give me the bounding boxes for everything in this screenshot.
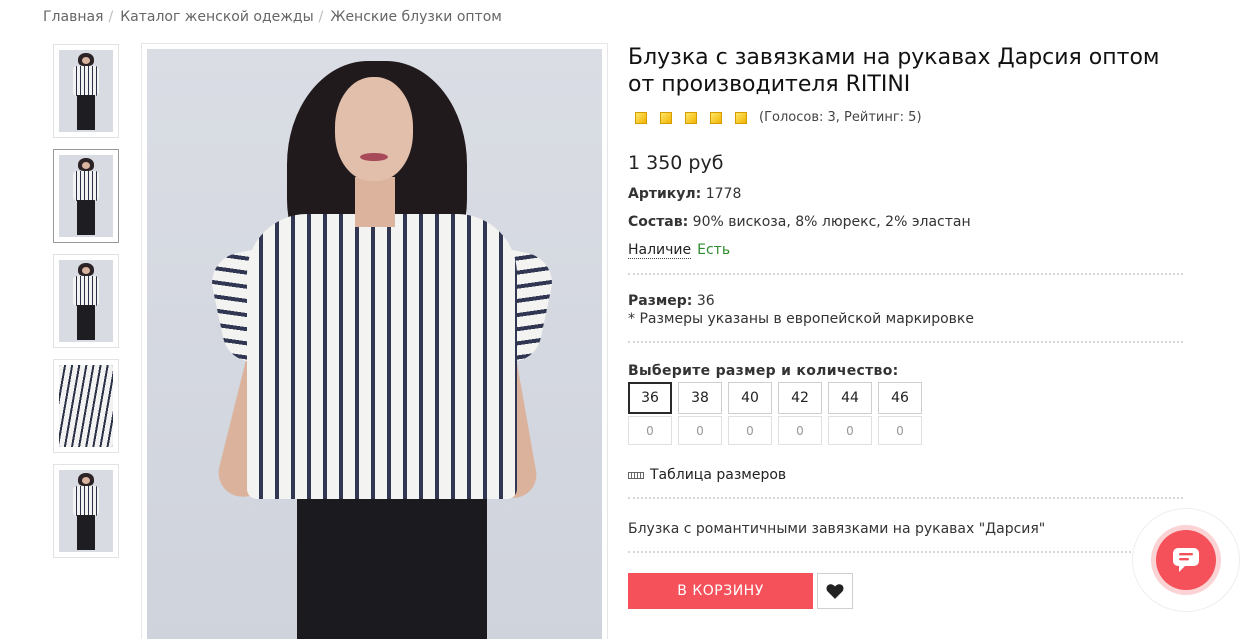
divider xyxy=(628,341,1183,343)
size-button[interactable]: 40 xyxy=(728,382,772,414)
rating: (Голосов: 3, Рейтинг: 5) xyxy=(635,110,1188,125)
thumbnail-image xyxy=(59,50,113,132)
product-description: Блузка с романтичными завязками на рукав… xyxy=(628,521,1046,537)
quantity-input[interactable]: 0 xyxy=(828,416,872,445)
article-row: Артикул: 1778 xyxy=(628,186,1188,202)
divider xyxy=(628,551,1183,553)
composition-row: Состав: 90% вискоза, 8% люрекс, 2% эласт… xyxy=(628,214,1188,230)
availability-label[interactable]: Наличие xyxy=(628,242,692,259)
quantity-input[interactable]: 0 xyxy=(778,416,822,445)
quantity-input[interactable]: 0 xyxy=(878,416,922,445)
size-table-link[interactable]: Таблица размеров xyxy=(628,467,1188,483)
size-option: 40 0 xyxy=(728,382,772,445)
rating-text: (Голосов: 3, Рейтинг: 5) xyxy=(759,110,922,125)
size-option: 38 0 xyxy=(678,382,722,445)
heart-icon xyxy=(826,584,844,599)
quantity-input[interactable]: 0 xyxy=(628,416,672,445)
size-button[interactable]: 46 xyxy=(878,382,922,414)
add-to-cart-button[interactable]: В КОРЗИНУ xyxy=(628,573,813,609)
breadcrumb-separator: / xyxy=(108,9,114,25)
star-icon[interactable] xyxy=(660,111,672,124)
thumbnail-image xyxy=(59,155,113,237)
quantity-input[interactable]: 0 xyxy=(728,416,772,445)
breadcrumb-blouses[interactable]: Женские блузки оптом xyxy=(330,9,501,25)
thumbnail-2[interactable] xyxy=(53,149,119,243)
star-icon[interactable] xyxy=(710,111,722,124)
size-button[interactable]: 38 xyxy=(678,382,722,414)
product-title: Блузка с завязками на рукавах Дарсия опт… xyxy=(628,45,1160,97)
chat-button[interactable] xyxy=(1156,530,1216,590)
chat-widget xyxy=(1132,508,1240,612)
availability-value: Есть xyxy=(697,242,731,258)
thumbnail-4[interactable] xyxy=(53,359,119,453)
breadcrumb-catalog[interactable]: Каталог женской одежды xyxy=(120,9,313,25)
thumbnail-5[interactable] xyxy=(53,464,119,558)
selected-size-row: Размер: 36 xyxy=(628,293,1188,309)
size-option: 42 0 xyxy=(778,382,822,445)
breadcrumb-home[interactable]: Главная xyxy=(43,9,103,25)
availability-row: Наличие Есть xyxy=(628,242,1188,259)
favorite-button[interactable] xyxy=(817,573,853,609)
product-image xyxy=(147,49,602,639)
product-info: Блузка с завязками на рукавах Дарсия опт… xyxy=(628,44,1188,609)
choose-size-label: Выберите размер и количество: xyxy=(628,363,899,379)
thumbnail-image xyxy=(59,260,113,342)
divider xyxy=(628,273,1183,275)
main-product-photo[interactable] xyxy=(141,43,608,639)
product-price: 1 350 руб xyxy=(628,152,724,174)
star-icon[interactable] xyxy=(685,111,697,124)
size-button[interactable]: 36 xyxy=(628,382,672,414)
thumbnail-list xyxy=(53,44,119,569)
size-note: * Размеры указаны в европейской маркиров… xyxy=(628,311,974,327)
divider xyxy=(628,497,1183,499)
size-button[interactable]: 42 xyxy=(778,382,822,414)
size-value: 36 xyxy=(696,293,715,309)
size-label: Размер: xyxy=(628,293,693,309)
star-icon[interactable] xyxy=(735,111,747,124)
size-selector: 36 0 38 0 40 0 42 0 44 0 46 0 xyxy=(628,382,1188,445)
size-table-label: Таблица размеров xyxy=(650,467,787,483)
size-option: 46 0 xyxy=(878,382,922,445)
composition-value: 90% вискоза, 8% люрекс, 2% эластан xyxy=(692,214,971,230)
thumbnail-image xyxy=(59,365,113,447)
chat-bubble-icon xyxy=(1173,548,1199,572)
size-button[interactable]: 44 xyxy=(828,382,872,414)
ruler-icon xyxy=(628,471,644,479)
size-option: 44 0 xyxy=(828,382,872,445)
composition-label: Состав: xyxy=(628,214,689,230)
thumbnail-3[interactable] xyxy=(53,254,119,348)
thumbnail-1[interactable] xyxy=(53,44,119,138)
article-value: 1778 xyxy=(705,186,742,202)
star-icon[interactable] xyxy=(635,111,647,124)
quantity-input[interactable]: 0 xyxy=(678,416,722,445)
breadcrumb-separator: / xyxy=(318,9,324,25)
breadcrumb: Главная / Каталог женской одежды / Женск… xyxy=(43,9,502,25)
thumbnail-image xyxy=(59,470,113,552)
size-option: 36 0 xyxy=(628,382,672,445)
article-label: Артикул: xyxy=(628,186,702,202)
product-actions: В КОРЗИНУ xyxy=(628,573,1188,609)
